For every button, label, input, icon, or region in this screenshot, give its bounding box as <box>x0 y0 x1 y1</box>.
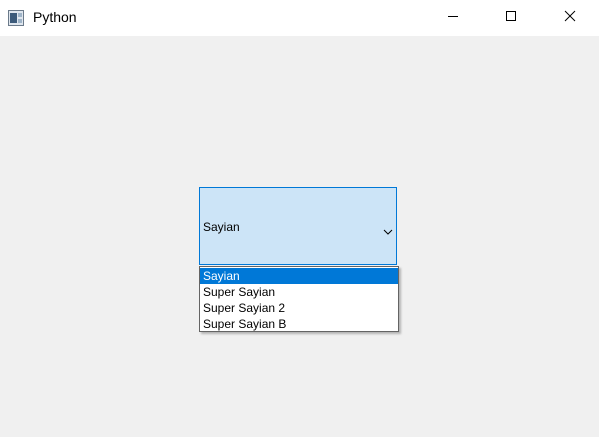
title-bar[interactable]: Python <box>0 0 599 36</box>
close-icon <box>564 9 576 27</box>
close-button[interactable] <box>541 0 599 36</box>
maximize-button[interactable] <box>482 0 540 36</box>
combo-selected-value: Sayian <box>203 220 240 234</box>
combo-dropdown-list: Sayian Super Sayian Super Sayian 2 Super… <box>199 266 399 332</box>
dropdown-option[interactable]: Super Sayian 2 <box>200 300 398 316</box>
maximize-icon <box>505 9 517 27</box>
dropdown-option[interactable]: Super Sayian <box>200 284 398 300</box>
app-window: Python Sayian Sayian Super Sayian Super … <box>0 0 599 437</box>
minimize-icon <box>447 9 459 27</box>
minimize-button[interactable] <box>424 0 482 36</box>
dropdown-option[interactable]: Sayian <box>200 268 398 284</box>
chevron-down-icon[interactable] <box>383 223 393 235</box>
window-title: Python <box>33 9 77 25</box>
dropdown-option[interactable]: Super Sayian B <box>200 316 398 332</box>
python-window-icon <box>8 10 24 26</box>
combo-box[interactable]: Sayian <box>199 187 397 265</box>
